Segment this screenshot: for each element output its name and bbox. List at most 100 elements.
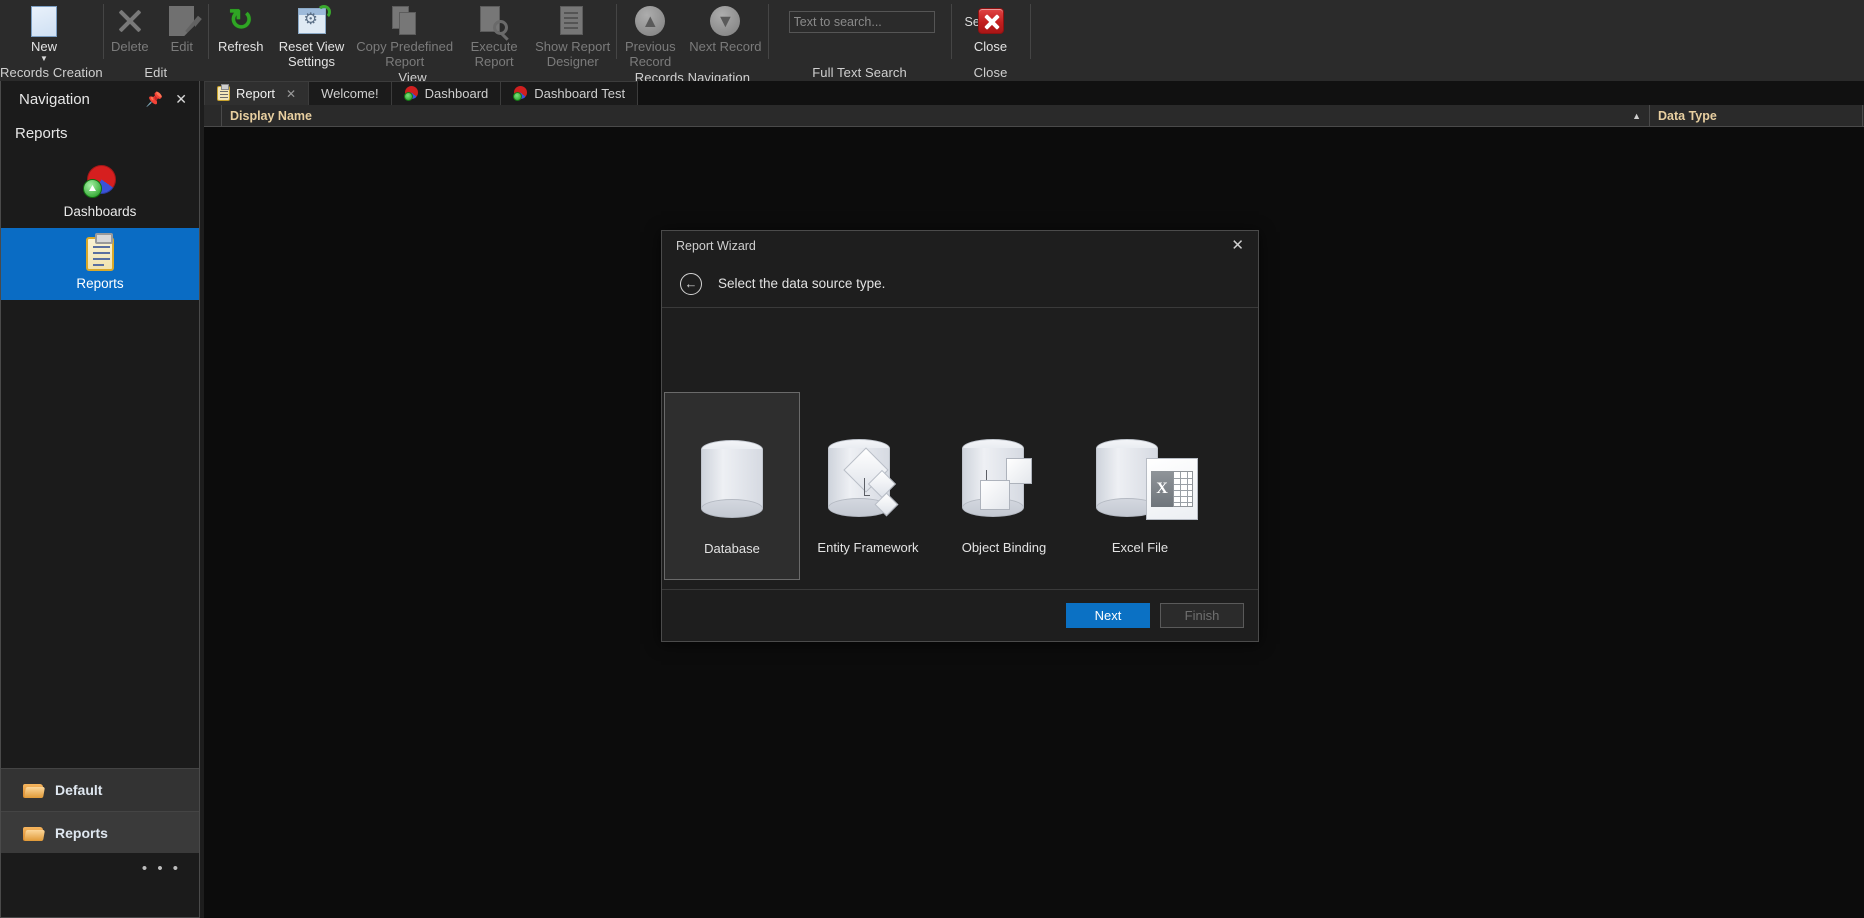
grid-column-display-name[interactable]: Display Name ▲	[222, 105, 1650, 126]
data-source-label: Database	[704, 541, 760, 556]
delete-x-icon	[116, 5, 144, 37]
report-designer-icon	[559, 5, 586, 37]
pie-chart-icon	[83, 165, 117, 199]
search-box[interactable]: Search	[788, 11, 1004, 33]
sidebar-item-reports-folder[interactable]: Reports	[1, 811, 199, 853]
copy-predefined-report-button[interactable]: Copy Predefined Report	[350, 2, 459, 69]
navigation-bottom-list: Default Reports • • •	[1, 768, 199, 883]
show-report-designer-label: Show Report Designer	[535, 39, 611, 69]
database-cylinder-icon	[672, 431, 792, 527]
previous-record-button[interactable]: ▲ Previous Record	[617, 2, 683, 69]
chevron-down-icon[interactable]: ▼	[40, 55, 48, 63]
delete-button-label: Delete	[110, 39, 149, 54]
divider	[1029, 4, 1031, 59]
refresh-icon: ↻	[228, 4, 254, 37]
ribbon-group-full-text-search: Search Full Text Search	[769, 0, 1004, 81]
refresh-button[interactable]: ↻ Refresh	[209, 2, 273, 55]
reset-view-settings-button[interactable]: Reset View Settings	[273, 2, 351, 69]
tab-label: Dashboard	[424, 86, 489, 101]
execute-report-label: Execute Report	[470, 39, 518, 69]
copy-predefined-report-label: Copy Predefined Report	[356, 39, 454, 69]
navigation-overflow-button[interactable]: • • •	[1, 853, 199, 883]
close-red-x-icon	[977, 5, 1004, 37]
wizard-footer: Next Finish	[662, 589, 1258, 641]
data-source-label: Entity Framework	[817, 540, 919, 555]
tab-strip: Report ✕ Welcome! Dashboard Dashboard Te…	[204, 81, 1864, 105]
object-binding-icon	[944, 430, 1064, 526]
arrow-down-circle-icon: ▼	[710, 5, 741, 37]
data-source-label: Excel File	[1111, 540, 1169, 555]
navigation-title: Navigation	[19, 90, 90, 108]
delete-button[interactable]: Delete	[104, 2, 156, 54]
folder-icon	[23, 782, 45, 798]
reset-view-settings-label: Reset View Settings	[278, 39, 345, 69]
data-source-entity-framework[interactable]: Entity Framework	[800, 392, 936, 580]
next-record-label: Next Record	[689, 39, 762, 54]
finish-button[interactable]: Finish	[1160, 603, 1244, 628]
reset-view-settings-icon	[297, 5, 331, 37]
data-source-excel-file[interactable]: X Excel File	[1072, 392, 1208, 580]
ribbon-toolbar: New ▼ Records Creation Delete Edit Edit	[0, 0, 1864, 85]
next-button[interactable]: Next	[1066, 603, 1150, 628]
folder-icon	[23, 825, 45, 841]
clipboard-icon	[217, 84, 230, 101]
grid-column-headers: Display Name ▲ Data Type	[204, 105, 1864, 127]
navigation-header: Navigation 📌 ✕	[1, 81, 199, 117]
pin-icon[interactable]: 📌	[146, 91, 163, 108]
grid-column-data-type[interactable]: Data Type	[1650, 105, 1863, 126]
tab-label: Report	[236, 86, 276, 101]
execute-report-button[interactable]: Execute Report	[459, 2, 529, 69]
sidebar-item-default[interactable]: Default	[1, 769, 199, 811]
close-icon[interactable]: ✕	[1227, 236, 1248, 255]
tab-report[interactable]: Report ✕	[204, 81, 310, 105]
data-source-label: Object Binding	[961, 540, 1047, 555]
sidebar-item-dashboards[interactable]: Dashboards	[1, 156, 199, 228]
sidebar-item-reports[interactable]: Reports	[1, 228, 199, 300]
pie-chart-icon	[513, 86, 528, 101]
clipboard-icon	[86, 233, 114, 271]
wizard-title: Report Wizard	[676, 238, 756, 253]
tab-label: Dashboard Test	[534, 86, 626, 101]
new-document-icon	[31, 5, 57, 37]
sidebar-item-label: Reports	[76, 276, 124, 291]
ribbon-group-view: ↻ Refresh Reset View Settings Copy Prede…	[209, 0, 617, 85]
entity-framework-icon	[808, 430, 928, 526]
tab-label: Welcome!	[321, 86, 379, 101]
back-arrow-circle-icon[interactable]: ←	[680, 272, 702, 295]
new-button-label: New	[30, 39, 57, 54]
ribbon-group-label-close: Close	[973, 65, 1008, 80]
tab-close-icon[interactable]: ✕	[286, 87, 296, 101]
tab-dashboard[interactable]: Dashboard	[391, 81, 502, 105]
data-source-database[interactable]: Database	[664, 392, 800, 580]
tab-dashboard-test[interactable]: Dashboard Test	[501, 81, 639, 105]
wizard-body: Database Entity Framework Object Binding…	[662, 308, 1258, 589]
new-button[interactable]: New ▼	[0, 2, 88, 63]
excel-file-icon: X	[1080, 430, 1200, 526]
pie-chart-icon	[403, 86, 419, 101]
ribbon-group-label-full-text-search: Full Text Search	[812, 65, 907, 80]
arrow-up-circle-icon: ▲	[635, 5, 666, 37]
close-button[interactable]: Close	[961, 2, 1021, 54]
search-input[interactable]	[789, 15, 959, 29]
ribbon-group-edit: Delete Edit Edit	[104, 0, 208, 81]
edit-button[interactable]: Edit	[156, 2, 208, 54]
navigation-tile-list: Dashboards Reports	[1, 156, 199, 768]
close-icon[interactable]: ✕	[175, 91, 187, 108]
close-button-label: Close	[973, 39, 1008, 54]
data-source-type-list: Database Entity Framework Object Binding…	[664, 392, 1208, 580]
sort-ascending-icon: ▲	[1632, 110, 1641, 121]
next-record-button[interactable]: ▼ Next Record	[683, 2, 767, 54]
ribbon-group-close: Close Close	[952, 0, 1030, 81]
refresh-button-label: Refresh	[218, 39, 264, 54]
previous-record-label: Previous Record	[624, 39, 676, 69]
data-source-object-binding[interactable]: Object Binding	[936, 392, 1072, 580]
report-wizard-dialog: Report Wizard ✕ ← Select the data source…	[661, 230, 1259, 642]
show-report-designer-button[interactable]: Show Report Designer	[529, 2, 616, 69]
edit-pencil-icon	[169, 5, 203, 37]
grid-column-label: Data Type	[1658, 108, 1717, 123]
navigation-group-title: Reports	[15, 125, 68, 142]
grid-column-label: Display Name	[230, 108, 312, 123]
ribbon-group-label-edit: Edit	[144, 65, 168, 80]
wizard-subtitle: Select the data source type.	[718, 276, 886, 291]
tab-welcome[interactable]: Welcome!	[309, 81, 392, 105]
